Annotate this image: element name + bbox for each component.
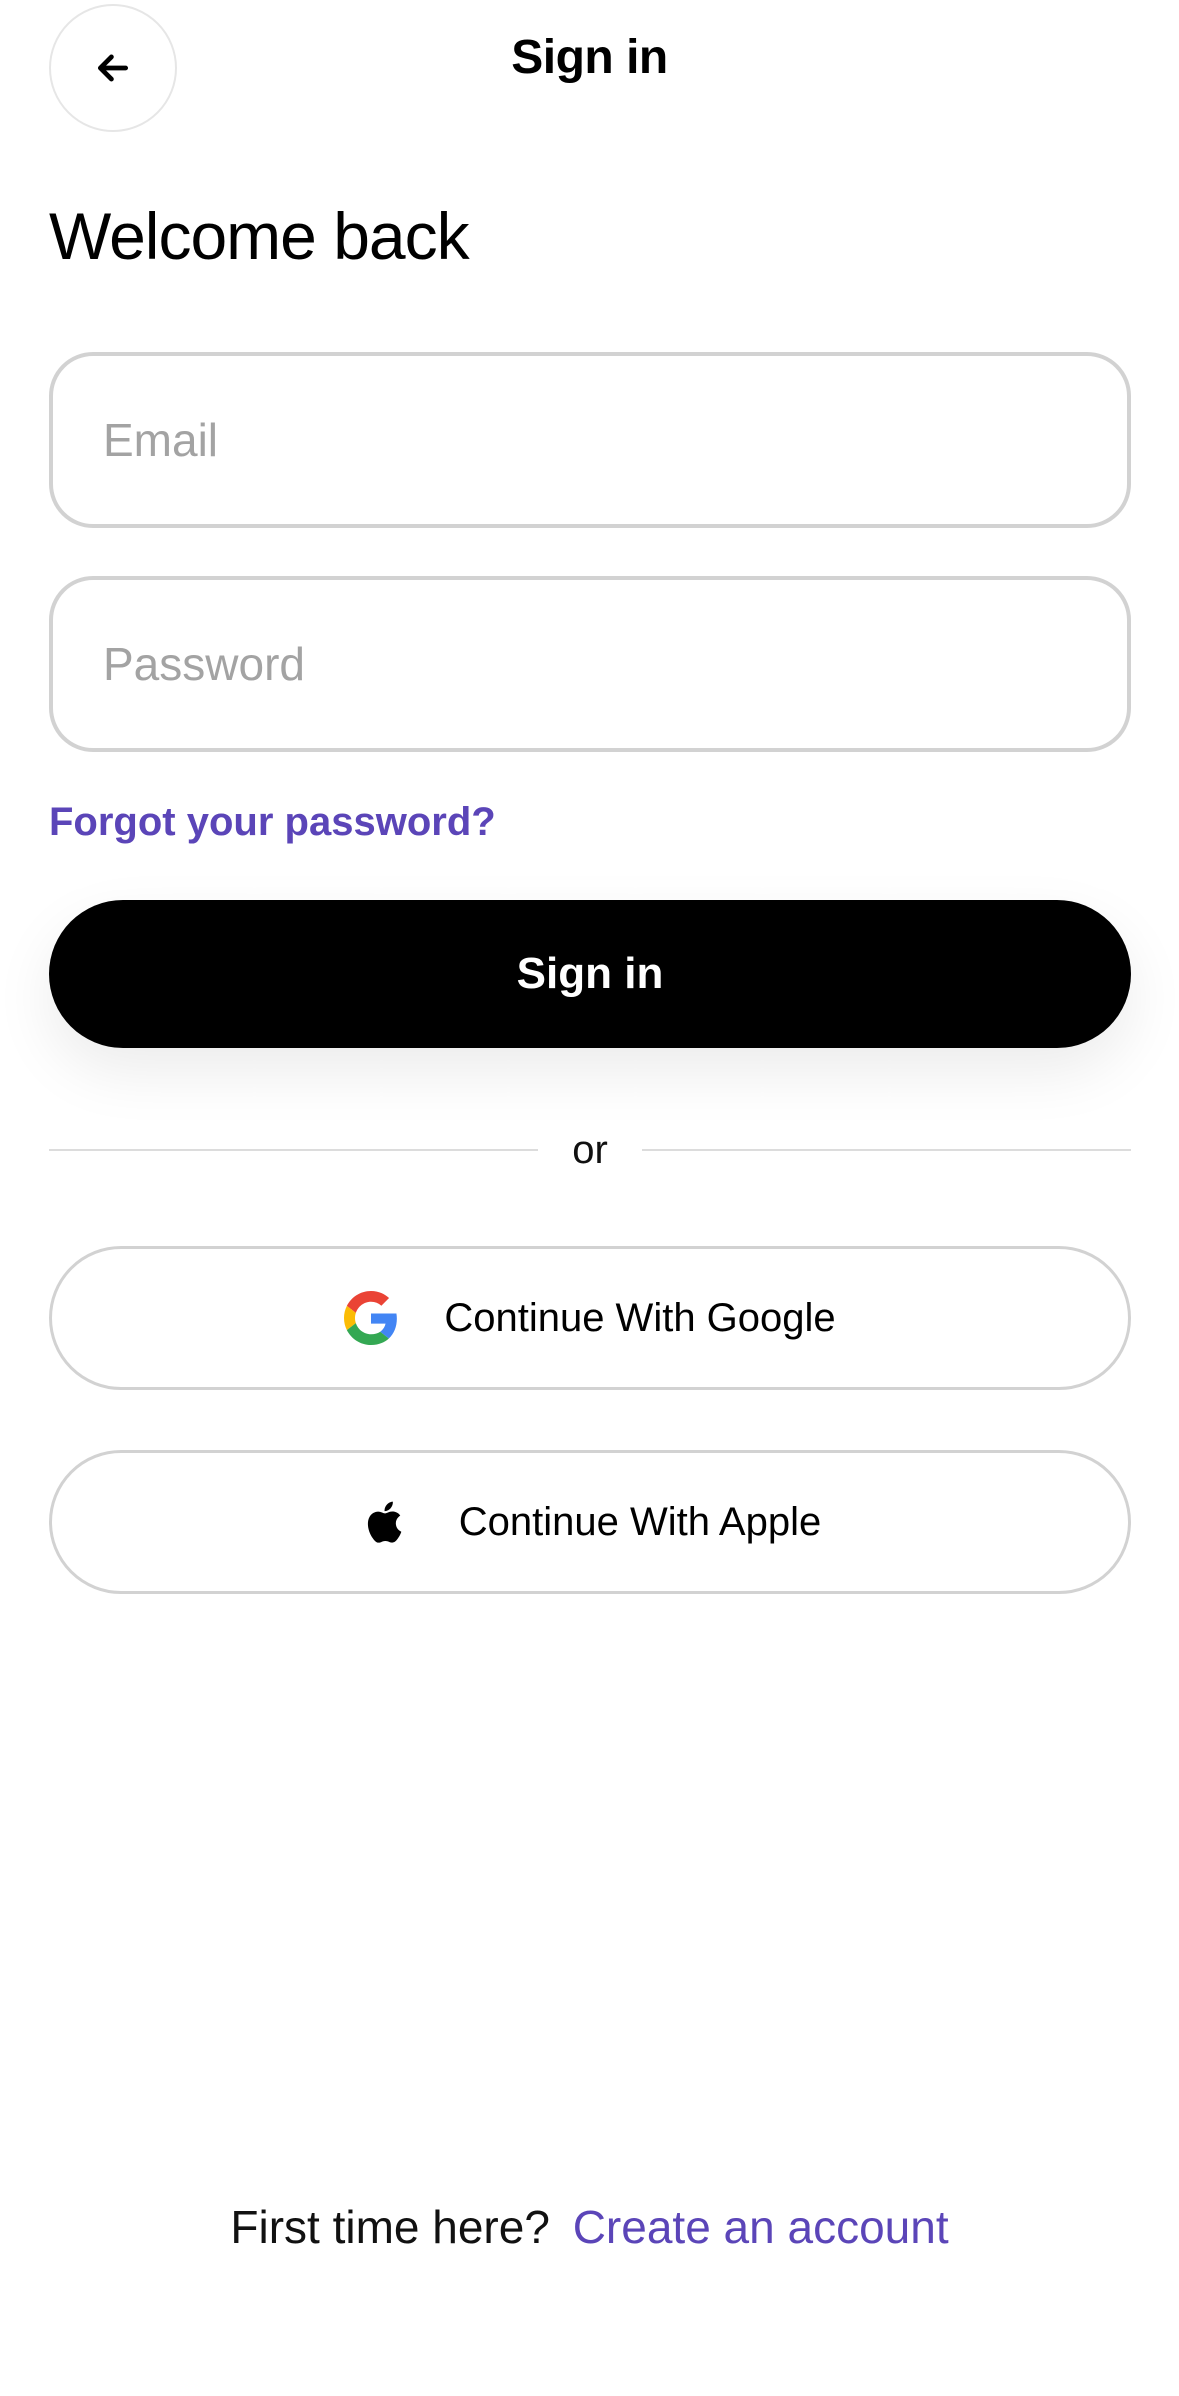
apple-icon: [367, 1501, 402, 1543]
google-button-label: Continue With Google: [444, 1295, 836, 1340]
first-time-prompt: First time here?: [230, 2201, 550, 2253]
page-title: Sign in: [511, 31, 668, 84]
sign-in-button[interactable]: Sign in: [49, 900, 1131, 1048]
password-input[interactable]: [103, 637, 1077, 691]
password-field[interactable]: [49, 576, 1131, 752]
continue-with-apple-button[interactable]: Continue With Apple: [49, 1450, 1131, 1594]
sign-in-screen: Sign in Welcome back Forgot your passwor…: [0, 0, 1179, 2396]
forgot-password-link[interactable]: Forgot your password?: [49, 800, 496, 845]
divider-line-right: [641, 1149, 1132, 1151]
divider-line-left: [49, 1149, 539, 1151]
divider-label: or: [572, 1127, 608, 1172]
welcome-heading: Welcome back: [49, 199, 470, 273]
email-input[interactable]: [103, 413, 1077, 467]
or-divider: or: [49, 1120, 1132, 1180]
create-account-link[interactable]: Create an account: [573, 2201, 949, 2253]
continue-with-google-button[interactable]: Continue With Google: [49, 1246, 1131, 1390]
google-icon: [344, 1291, 398, 1345]
apple-button-label: Continue With Apple: [458, 1499, 822, 1544]
footer-signup: First time here? Create an account: [0, 2200, 1179, 2254]
email-field[interactable]: [49, 352, 1131, 528]
